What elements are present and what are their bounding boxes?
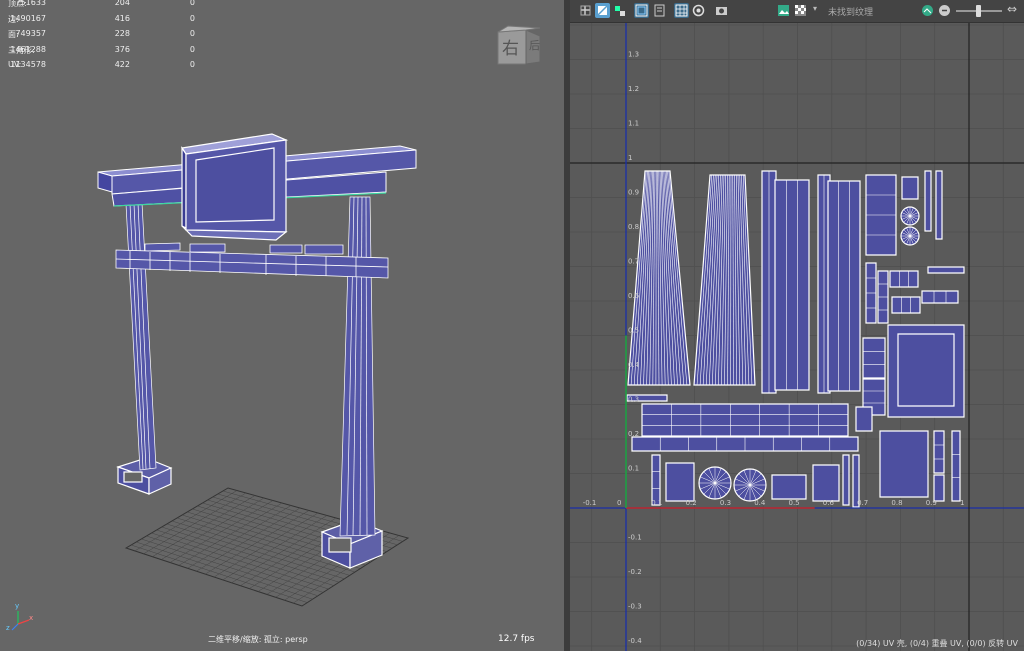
viewport-status: 二维平移/缩放: 孤立: persp	[208, 635, 308, 644]
checker-toggle-icon[interactable]	[612, 3, 627, 18]
uv-editor-panel: ▾ 未找到纹理 ⇔ -0.1 0 0.1 0.2 0.3 0.4 0.5 0.6 0.7 0.8 0…	[570, 0, 1024, 651]
v-tick-label: 1	[628, 154, 632, 162]
grid-display-icon[interactable]	[634, 3, 649, 18]
tie-beam	[115, 242, 389, 279]
v-tick-label: 1.2	[628, 85, 639, 93]
uv-shell-strip[interactable]	[827, 180, 861, 392]
v-tick-label: 0.5	[628, 327, 639, 335]
right-pillar	[339, 196, 376, 537]
uv-shell-strip[interactable]	[951, 430, 961, 502]
uv-shell-plaque-inner[interactable]	[897, 333, 955, 407]
uv-shell-strip[interactable]	[935, 170, 943, 240]
uv-shell-disc[interactable]	[698, 466, 732, 500]
uv-shell-pad[interactable]	[921, 290, 959, 304]
perspective-viewport[interactable]: 顶点: 751633 204 0 边: 1490167 416 0 面: 749357 228 0 三角…	[0, 0, 564, 651]
pixel-snap-icon[interactable]	[674, 3, 689, 18]
uv-shell-disc[interactable]	[900, 206, 920, 226]
axis-x-label: x	[29, 614, 34, 622]
chevron-down-icon[interactable]: ▾	[813, 4, 817, 13]
view-settings-icon[interactable]: ⇔	[1007, 2, 1017, 16]
exposure-slider-handle[interactable]	[976, 5, 981, 17]
u-tick-label: 0.8	[891, 499, 902, 507]
v-tick-label: 1.1	[628, 120, 639, 128]
uv-shell-block[interactable]	[771, 474, 807, 500]
texture-status-label: 未找到纹理	[828, 8, 874, 18]
uv-shell-beam[interactable]	[641, 403, 849, 437]
uv-shell-disc[interactable]	[733, 468, 767, 502]
uv-shell-strip[interactable]	[933, 430, 945, 474]
left-pillar	[125, 202, 157, 471]
uv-grid-svg: -0.1 0 0.1 0.2 0.3 0.4 0.5 0.6 0.7 0.8 0.9 1 1.3 1.2 1…	[570, 23, 1024, 651]
uv-shell-pillar-right[interactable]	[693, 174, 756, 386]
v-tick-label: -0.2	[628, 568, 642, 576]
grid-snap-icon[interactable]	[578, 3, 593, 18]
v-tick-label: 0.8	[628, 223, 639, 231]
uv-shell-block[interactable]	[901, 176, 919, 200]
v-tick-label: 1.3	[628, 51, 639, 59]
uv-shell-strip[interactable]	[877, 270, 889, 324]
exposure-icon[interactable]	[920, 3, 935, 18]
axis-z-label: z	[6, 624, 10, 632]
u-tick-label: 0.9	[926, 499, 937, 507]
v-tick-label: 0.2	[628, 430, 639, 438]
shaded-uv-icon[interactable]	[595, 3, 610, 18]
uv-shell-strip[interactable]	[924, 170, 932, 232]
v-tick-label: -0.4	[628, 637, 642, 645]
viewport-scene	[11, 133, 417, 631]
isolate-icon[interactable]	[691, 3, 706, 18]
uv-shells	[626, 170, 965, 508]
checker-pattern-icon[interactable]	[793, 3, 808, 18]
uv-canvas[interactable]: -0.1 0 0.1 0.2 0.3 0.4 0.5 0.6 0.7 0.8 0.9 1 1.3 1.2 1…	[570, 23, 1024, 651]
uv-shell-block[interactable]	[865, 174, 897, 256]
uv-status-bar: (0/34) UV 壳, (0/4) 重叠 UV, (0/0) 反转 UV	[856, 639, 1018, 648]
u-tick-label: 0.2	[686, 499, 697, 507]
uv-shell-strip[interactable]	[774, 179, 810, 391]
snapshot-icon[interactable]	[714, 3, 729, 18]
v-tick-label: 0.6	[628, 292, 640, 300]
u-tick-label: 0.7	[857, 499, 868, 507]
uv-shell-pad[interactable]	[891, 296, 921, 314]
u-tick-label: -0.1	[583, 499, 597, 507]
uv-shell-block[interactable]	[855, 406, 873, 432]
u-tick-label: 0.5	[789, 499, 800, 507]
plaque	[180, 133, 289, 241]
uv-shell-pad[interactable]	[889, 270, 919, 288]
dim-image-icon[interactable]	[652, 3, 667, 18]
v-tick-label: 0.3	[628, 396, 639, 404]
u-tick-label: 1	[960, 499, 964, 507]
v-tick-label: 0.9	[628, 189, 639, 197]
u-tick-label: 0.6	[823, 499, 835, 507]
uv-toolbar: ▾ 未找到纹理 ⇔	[570, 0, 1024, 23]
gamma-icon[interactable]	[937, 3, 952, 18]
v-tick-label: -0.1	[628, 534, 642, 542]
u-tick-label: 0.1	[651, 499, 662, 507]
uv-shell-block[interactable]	[862, 337, 886, 379]
uv-shell-block[interactable]	[879, 430, 929, 498]
v-tick-label: -0.3	[628, 603, 642, 611]
uv-shell-pillar-left[interactable]	[627, 170, 691, 386]
texture-image-icon[interactable]	[776, 3, 791, 18]
u-tick-label: 0.3	[720, 499, 731, 507]
v-tick-label: 0.7	[628, 258, 639, 266]
v-tick-label: 0.4	[628, 361, 640, 369]
axis-y-label: y	[15, 602, 20, 610]
uv-shell-strip[interactable]	[761, 170, 777, 394]
u-tick-label: 0.4	[754, 499, 766, 507]
u-tick-label: 0	[617, 499, 621, 507]
uv-shell-beam[interactable]	[631, 436, 859, 452]
uv-shell-pad[interactable]	[927, 266, 965, 274]
uv-shell-disc[interactable]	[900, 226, 920, 246]
fps-readout: 12.7 fps	[498, 634, 535, 644]
v-tick-label: 0.1	[628, 465, 639, 473]
uv-shell-strip[interactable]	[651, 454, 661, 506]
uv-shell-strip[interactable]	[842, 454, 850, 506]
uv-shell-frame[interactable]	[665, 462, 695, 502]
exposure-slider[interactable]	[956, 5, 1002, 17]
axis-triad	[11, 611, 30, 631]
uv-shell-strip[interactable]	[865, 262, 877, 324]
uv-shell-block[interactable]	[812, 464, 840, 502]
uv-shell-strip[interactable]	[933, 474, 945, 502]
